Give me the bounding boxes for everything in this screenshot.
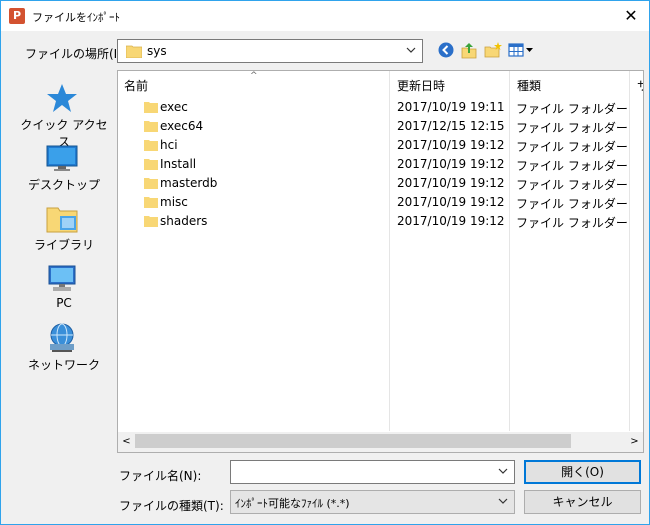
file-date: 2017/10/19 19:12 <box>397 214 505 228</box>
places-bar: クイック アクセス デスクトップ ライブラリ PC ネットワーク <box>17 70 111 454</box>
chevron-down-icon <box>406 47 416 53</box>
column-header-size[interactable]: サ <box>631 75 643 97</box>
place-quick-access[interactable]: クイック アクセス <box>17 82 111 149</box>
folder-icon <box>126 45 142 58</box>
new-folder-icon[interactable] <box>484 41 502 59</box>
folder-icon <box>144 178 158 189</box>
chevron-down-icon[interactable] <box>498 465 508 477</box>
filetype-value: ｲﾝﾎﾟｰﾄ可能なﾌｧｲﾙ (*.*) <box>235 497 350 510</box>
file-name: exec <box>160 100 188 114</box>
file-type: ファイル フォルダー <box>516 121 628 135</box>
desktop-icon <box>46 145 78 171</box>
powerpoint-app-icon: P <box>9 8 25 24</box>
open-button[interactable]: 開く(O) <box>524 460 641 484</box>
chevron-down-icon <box>498 498 508 504</box>
file-row[interactable]: Install 2017/10/19 19:12 ファイル フォルダー <box>118 155 628 174</box>
file-name: masterdb <box>160 176 218 190</box>
file-name: misc <box>160 195 188 209</box>
folder-icon <box>144 102 158 113</box>
star-icon <box>47 84 77 112</box>
place-label: ライブラリ <box>33 238 94 252</box>
file-row[interactable]: exec 2017/10/19 19:11 ファイル フォルダー <box>118 98 628 117</box>
file-row[interactable]: shaders 2017/10/19 19:12 ファイル フォルダー <box>118 212 628 231</box>
column-header-date[interactable]: 更新日時 <box>391 75 509 97</box>
file-row[interactable]: masterdb 2017/10/19 19:12 ファイル フォルダー <box>118 174 628 193</box>
file-type: ファイル フォルダー <box>516 159 628 173</box>
file-name: shaders <box>160 214 208 228</box>
folder-icon <box>144 216 158 227</box>
folder-icon <box>144 197 158 208</box>
place-label: ネットワーク <box>27 358 100 372</box>
file-date: 2017/12/15 12:15 <box>397 119 505 133</box>
location-label: ファイルの場所(I): <box>25 47 126 61</box>
title-bar: P ファイルをｲﾝﾎﾟｰﾄ ✕ <box>1 1 649 31</box>
file-type: ファイル フォルダー <box>516 178 628 192</box>
scroll-left-icon[interactable]: < <box>118 432 135 452</box>
file-row[interactable]: misc 2017/10/19 19:12 ファイル フォルダー <box>118 193 628 212</box>
filename-label: ファイル名(N): <box>119 469 202 483</box>
file-type: ファイル フォルダー <box>516 102 628 116</box>
file-type: ファイル フォルダー <box>516 216 628 230</box>
library-icon <box>46 207 78 233</box>
file-name: exec64 <box>160 119 204 133</box>
filename-combobox[interactable] <box>230 460 515 484</box>
folder-icon <box>144 140 158 151</box>
place-pc[interactable]: PC <box>17 262 111 318</box>
place-label: デスクトップ <box>27 178 100 192</box>
file-date: 2017/10/19 19:12 <box>397 157 505 171</box>
view-menu-icon[interactable] <box>508 41 534 59</box>
place-label: PC <box>56 296 72 310</box>
window-title: ファイルをｲﾝﾎﾟｰﾄ <box>32 11 120 24</box>
filetype-select[interactable]: ｲﾝﾎﾟｰﾄ可能なﾌｧｲﾙ (*.*) <box>230 490 515 514</box>
location-value: sys <box>147 44 167 58</box>
import-file-dialog: P ファイルをｲﾝﾎﾟｰﾄ ✕ ファイルの場所(I): sys クイック アクセ… <box>0 0 650 525</box>
file-name: Install <box>160 157 197 171</box>
computer-icon <box>48 265 76 291</box>
folder-icon <box>144 159 158 170</box>
file-row[interactable]: hci 2017/10/19 19:12 ファイル フォルダー <box>118 136 628 155</box>
file-type: ファイル フォルダー <box>516 197 628 211</box>
scroll-right-icon[interactable]: > <box>626 432 643 452</box>
folder-icon <box>144 121 158 132</box>
file-type: ファイル フォルダー <box>516 140 628 154</box>
place-desktop[interactable]: デスクトップ <box>17 142 111 198</box>
column-header-type[interactable]: 種類 <box>511 75 629 97</box>
file-row[interactable]: exec64 2017/12/15 12:15 ファイル フォルダー <box>118 117 628 136</box>
horizontal-scrollbar[interactable]: < > <box>118 432 643 452</box>
place-libraries[interactable]: ライブラリ <box>17 202 111 258</box>
place-network[interactable]: ネットワーク <box>17 322 111 378</box>
back-icon[interactable] <box>437 41 455 59</box>
close-button[interactable]: ✕ <box>613 1 649 31</box>
filetype-label: ファイルの種類(T): <box>119 499 224 513</box>
location-combobox[interactable]: sys <box>117 39 423 63</box>
file-date: 2017/10/19 19:12 <box>397 195 505 209</box>
network-icon <box>50 323 74 352</box>
up-folder-icon[interactable] <box>460 41 478 59</box>
file-date: 2017/10/19 19:12 <box>397 138 505 152</box>
file-name: hci <box>160 138 178 152</box>
file-date: 2017/10/19 19:11 <box>397 100 505 114</box>
file-list[interactable]: ^ 名前 更新日時 種類 サ exec 2017/10/19 19:11 ファイ… <box>117 70 644 453</box>
column-header-name[interactable]: 名前 <box>118 75 389 97</box>
file-date: 2017/10/19 19:12 <box>397 176 505 190</box>
column-divider[interactable] <box>629 71 630 431</box>
scrollbar-thumb[interactable] <box>135 434 571 448</box>
cancel-button[interactable]: キャンセル <box>524 490 641 514</box>
